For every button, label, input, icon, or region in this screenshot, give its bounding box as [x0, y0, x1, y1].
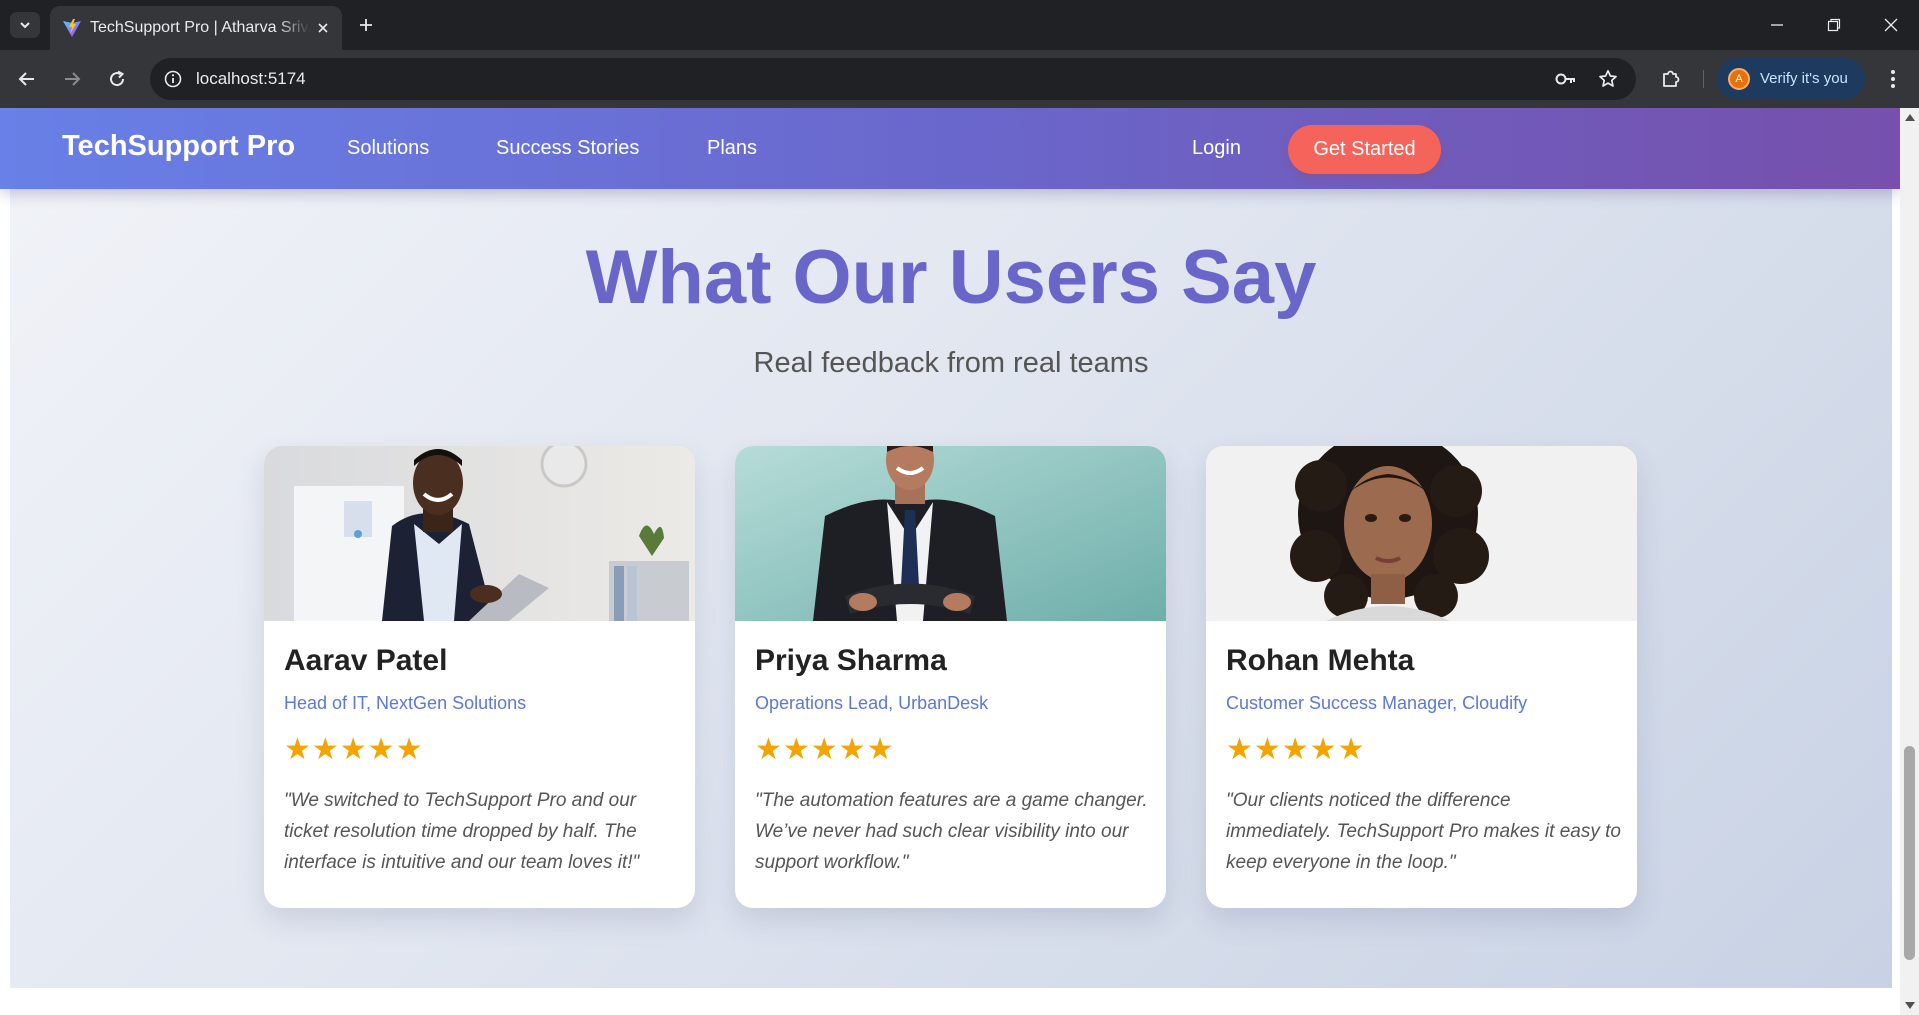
plus-icon [360, 19, 372, 31]
browser-tabstrip: TechSupport Pro | Atharva Srivastava [0, 0, 1919, 50]
bookmark-button[interactable] [1596, 67, 1620, 91]
testimonial-name: Rohan Mehta [1226, 644, 1415, 677]
section-subtitle: Real feedback from real teams [753, 347, 1149, 379]
reload-button[interactable] [103, 65, 131, 93]
tab-title: TechSupport Pro | Atharva Srivastava [90, 19, 310, 36]
verify-label: Verify it's you [1760, 70, 1848, 87]
star-icon [1599, 69, 1617, 87]
star-rating: ★★★★★ [284, 733, 424, 766]
testimonial-role: Operations Lead, UrbanDesk [755, 693, 989, 713]
scroll-down-arrow[interactable] [1905, 1002, 1915, 1009]
profile-avatar: A [1728, 68, 1750, 90]
avatar-photo [1206, 446, 1637, 621]
vite-favicon-icon [63, 19, 81, 37]
nav-link-success-stories[interactable]: Success Stories [496, 137, 639, 160]
restore-icon [1827, 18, 1841, 32]
close-icon [1884, 18, 1898, 32]
verify-identity-button[interactable]: A Verify it's you [1717, 58, 1865, 100]
nav-link-solutions[interactable]: Solutions [347, 137, 429, 160]
key-icon [1555, 73, 1575, 85]
star-rating: ★★★★★ [755, 733, 895, 766]
reload-icon [110, 70, 125, 87]
restore-button[interactable] [1821, 12, 1847, 38]
extensions-button[interactable] [1657, 65, 1685, 93]
minimize-button[interactable] [1764, 12, 1790, 38]
testimonial-quote: "The automation features are a game chan… [755, 790, 1148, 873]
browser-tab[interactable]: TechSupport Pro | Atharva Srivastava [50, 6, 342, 50]
testimonial-quote: "Our clients noticed the difference imme… [1226, 790, 1621, 873]
password-key-button[interactable] [1554, 67, 1578, 91]
section-title: What Our Users Say [585, 235, 1317, 320]
testimonial-card: Priya Sharma Operations Lead, UrbanDesk … [735, 446, 1166, 908]
new-tab-button[interactable] [354, 13, 378, 37]
testimonial-name: Priya Sharma [755, 644, 947, 677]
window-close-button[interactable] [1878, 12, 1904, 38]
arrow-left-icon [18, 72, 34, 86]
star-rating: ★★★★★ [1226, 733, 1366, 766]
arrow-right-icon [65, 72, 81, 86]
testimonial-quote: "We switched to TechSupport Pro and our … [284, 790, 640, 873]
minimize-icon [1771, 24, 1783, 26]
scrollbar-thumb[interactable] [1904, 746, 1915, 960]
info-icon [164, 70, 182, 88]
tab-search-button[interactable] [10, 12, 40, 38]
browser-menu-button[interactable] [1879, 65, 1907, 93]
address-bar[interactable]: localhost:5174 [150, 58, 1636, 100]
browser-toolbar: localhost:5174 A Verify it's you [0, 50, 1919, 108]
toolbar-separator [1703, 70, 1704, 88]
page-viewport: What Our Users Say Real feedback from re… [0, 108, 1919, 1015]
testimonial-card: Aarav Patel Head of IT, NextGen Solution… [264, 446, 695, 908]
testimonials-section: What Our Users Say Real feedback from re… [10, 108, 1892, 988]
testimonial-card: Rohan Mehta Customer Success Manager, Cl… [1206, 446, 1637, 908]
testimonial-role: Customer Success Manager, Cloudify [1226, 693, 1528, 713]
forward-button[interactable] [58, 65, 86, 93]
site-info-button[interactable] [160, 66, 186, 92]
tab-close-button[interactable] [312, 17, 334, 39]
get-started-button[interactable]: Get Started [1288, 125, 1441, 174]
site-navbar: TechSupport Pro Solutions Success Storie… [0, 108, 1900, 189]
more-vertical-icon [1891, 70, 1895, 88]
puzzle-icon [1663, 70, 1680, 87]
back-button[interactable] [13, 65, 41, 93]
avatar-photo [264, 446, 695, 621]
login-link[interactable]: Login [1192, 137, 1241, 160]
page-scrollbar[interactable] [1900, 108, 1919, 1015]
close-icon [318, 23, 328, 33]
url-text[interactable]: localhost:5174 [196, 69, 306, 89]
nav-link-plans[interactable]: Plans [707, 137, 757, 160]
chevron-down-icon [20, 22, 30, 29]
brand-logo[interactable]: TechSupport Pro [62, 130, 295, 163]
testimonial-name: Aarav Patel [284, 644, 448, 677]
scroll-up-arrow[interactable] [1905, 114, 1915, 121]
avatar-photo [735, 446, 1166, 621]
testimonial-role: Head of IT, NextGen Solutions [284, 693, 527, 713]
